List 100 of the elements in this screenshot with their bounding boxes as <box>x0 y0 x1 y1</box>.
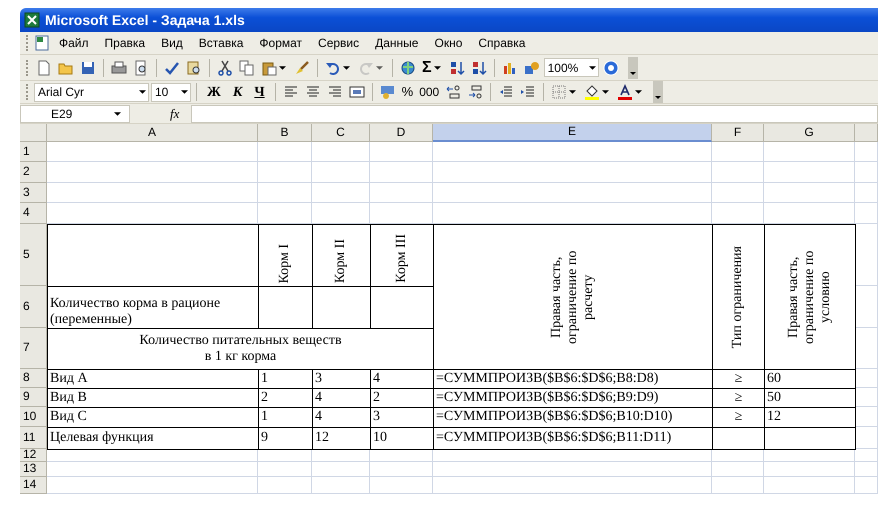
row-header[interactable]: 9 <box>20 388 47 407</box>
empty-cell <box>370 203 433 224</box>
currency-icon <box>380 84 396 100</box>
caret-icon <box>635 90 642 94</box>
cut-icon <box>217 60 233 76</box>
autosum-button[interactable]: Σ <box>420 56 445 78</box>
column-header[interactable]: E <box>433 124 712 142</box>
row-header[interactable]: 7 <box>20 328 47 369</box>
formula-input[interactable] <box>191 104 878 122</box>
caret-icon <box>139 90 146 94</box>
empty-cell <box>712 183 764 203</box>
caret-icon <box>602 90 610 94</box>
row-header[interactable]: 14 <box>20 477 47 494</box>
menu-item[interactable]: Сервис <box>311 33 366 53</box>
empty-cell <box>370 142 433 162</box>
empty-cell <box>258 462 312 477</box>
caret-icon <box>376 66 383 70</box>
font-dropdown[interactable]: Arial Cyr <box>34 82 149 102</box>
underline-button[interactable]: Ч <box>249 81 270 103</box>
column-header[interactable]: B <box>258 124 312 142</box>
copy-icon <box>239 60 255 76</box>
row-header[interactable]: 4 <box>20 203 47 224</box>
empty-cell <box>258 183 312 203</box>
menu-item[interactable]: Справка <box>471 33 532 53</box>
empty-cell <box>258 477 312 494</box>
empty-cell <box>312 183 370 203</box>
empty-cell <box>855 449 878 462</box>
column-header[interactable]: D <box>370 124 433 142</box>
font-color-icon <box>617 84 634 100</box>
empty-cell <box>855 286 878 328</box>
column-header[interactable]: F <box>712 124 764 142</box>
row-header[interactable]: 10 <box>20 407 47 427</box>
empty-cell <box>370 449 433 462</box>
empty-cell <box>258 449 312 462</box>
column-header[interactable]: G <box>764 124 855 142</box>
empty-cell <box>712 449 764 462</box>
empty-cell <box>855 407 878 427</box>
menu-item[interactable]: Данные <box>368 33 426 53</box>
row-label: Количество корма в рационе (переменные) <box>50 296 222 328</box>
empty-cell <box>855 203 878 224</box>
empty-cell <box>855 142 878 162</box>
percent-button[interactable]: % <box>400 81 416 103</box>
column-header[interactable]: C <box>312 124 370 142</box>
increase-decimal-icon <box>445 84 462 100</box>
row-header[interactable]: 13 <box>20 462 47 477</box>
empty-cell <box>712 203 764 224</box>
empty-cell <box>712 162 764 183</box>
empty-cell <box>855 427 878 449</box>
empty-cell <box>370 477 433 494</box>
empty-cell <box>855 328 878 369</box>
caret-icon <box>181 90 188 94</box>
decrease-decimal-icon <box>467 84 484 100</box>
italic-button[interactable]: К <box>228 81 248 103</box>
sort-descending-icon <box>470 60 487 76</box>
empty-cell <box>312 162 370 183</box>
empty-cell <box>712 477 764 494</box>
menu-item[interactable]: Вставка <box>192 33 250 53</box>
row-header[interactable]: 6 <box>20 286 47 328</box>
column-heading: Корм II <box>333 238 350 283</box>
row-header[interactable]: 1 <box>20 142 47 162</box>
empty-cell <box>855 224 878 286</box>
row-header[interactable]: 12 <box>20 449 47 462</box>
fx-label[interactable]: fx <box>130 104 192 124</box>
paste-icon <box>261 60 277 76</box>
thousands-button[interactable]: 000 <box>417 81 442 103</box>
empty-cell <box>712 142 764 162</box>
empty-cell <box>712 462 764 477</box>
menu-item[interactable]: Вид <box>154 33 190 53</box>
research-icon <box>186 60 202 76</box>
row-header[interactable]: 5 <box>20 224 47 286</box>
sort-ascending-icon <box>448 60 465 76</box>
row-header[interactable]: 8 <box>20 369 47 388</box>
caret-icon <box>343 66 350 70</box>
table-cell: Целевая функция <box>47 427 259 450</box>
empty-cell <box>312 477 370 494</box>
column-heading: Тип ограничения <box>730 246 746 348</box>
zoom-dropdown[interactable]: 100% <box>544 58 599 77</box>
menu-item[interactable]: Файл <box>52 33 96 53</box>
column-header[interactable]: A <box>47 124 258 142</box>
empty-cell <box>312 449 370 462</box>
bold-button[interactable]: Ж <box>202 81 226 103</box>
empty-cell <box>370 183 433 203</box>
menu-item[interactable]: Правка <box>98 33 152 53</box>
empty-cell <box>855 183 878 203</box>
empty-cell <box>312 203 370 224</box>
empty-cell <box>258 203 312 224</box>
row-label: Количество питательных веществ в 1 кг корма <box>138 332 343 366</box>
empty-cell <box>312 142 370 162</box>
row-header[interactable]: 3 <box>20 183 47 203</box>
menu-item[interactable]: Окно <box>427 33 470 53</box>
menu-item[interactable]: Формат <box>252 33 310 53</box>
name-box[interactable]: E29 <box>20 104 130 122</box>
caret-icon <box>279 66 286 70</box>
row-header[interactable]: 2 <box>20 162 47 183</box>
caret-icon <box>569 90 576 94</box>
empty-cell <box>258 142 312 162</box>
merge-center-icon <box>348 84 365 100</box>
font-size-dropdown[interactable]: 10 <box>151 82 191 102</box>
empty-cell <box>312 462 370 477</box>
row-header[interactable]: 11 <box>20 427 47 449</box>
